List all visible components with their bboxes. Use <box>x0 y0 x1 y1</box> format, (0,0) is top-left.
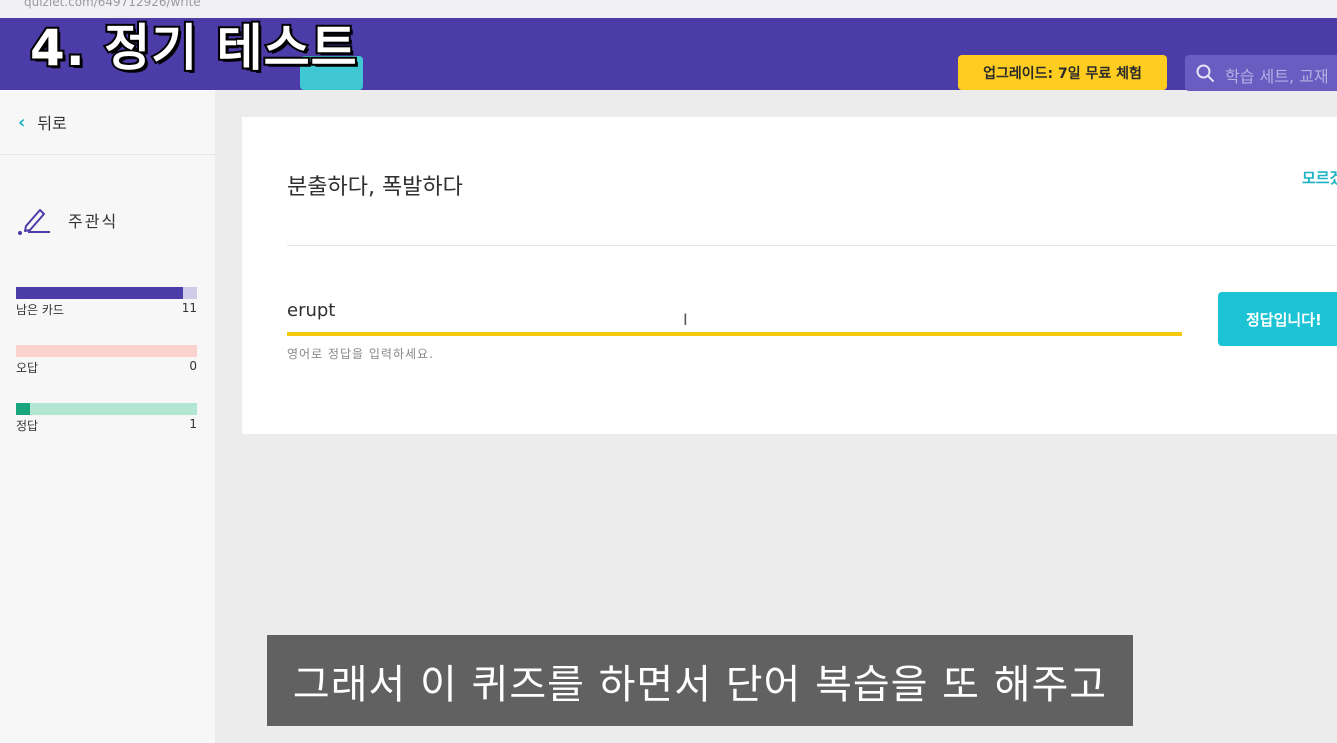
stat-label: 오답 <box>16 361 39 375</box>
stat-count: 0 <box>189 359 197 373</box>
upgrade-button[interactable]: 업그레이드: 7일 무료 체험 <box>958 55 1167 90</box>
stat-incorrect: 오답 0 <box>16 345 197 376</box>
stat-label: 정답 <box>16 419 39 433</box>
progress-fill <box>16 403 31 415</box>
mode-label: 주관식 <box>68 212 119 231</box>
study-mode: 주관식 <box>16 204 118 236</box>
chevron-left-icon: ‹ <box>18 111 26 133</box>
text-cursor-icon: I <box>683 310 688 329</box>
stat-remaining: 남은 카드 11 <box>16 287 197 318</box>
sidebar: ‹ 뒤로 주관식 남은 카드 11 오답 0 정답 1 <box>0 90 215 743</box>
video-subtitle: 그래서 이 퀴즈를 하면서 단어 복습을 또 해주고 <box>267 635 1133 726</box>
pen-icon <box>18 209 50 235</box>
submit-answer-button[interactable]: 정답입니다! <box>1218 292 1337 346</box>
stat-count: 11 <box>181 301 197 315</box>
progress-bar <box>16 287 197 299</box>
search-box[interactable]: 학습 세트, 교재 <box>1185 55 1337 91</box>
stat-correct: 정답 1 <box>16 403 197 434</box>
answer-input[interactable] <box>287 293 1182 327</box>
search-placeholder: 학습 세트, 교재 <box>1225 67 1329 86</box>
card-divider <box>287 245 1337 246</box>
video-overlay-title: 4. 정기 테스트 <box>28 17 359 79</box>
back-label: 뒤로 <box>37 114 67 133</box>
sidebar-divider <box>0 154 215 155</box>
answer-hint: 영어로 정답을 입력하세요. <box>287 347 434 361</box>
stat-count: 1 <box>189 417 197 431</box>
answer-underline <box>287 332 1182 336</box>
progress-bar <box>16 403 197 415</box>
question-prompt: 분출하다, 폭발하다 <box>287 175 463 200</box>
dont-know-link[interactable]: 모르겠 <box>1302 167 1337 188</box>
search-icon <box>1196 64 1214 82</box>
stat-label: 남은 카드 <box>16 303 64 317</box>
progress-fill <box>16 287 183 299</box>
back-link[interactable]: ‹ 뒤로 <box>18 110 67 134</box>
progress-bar <box>16 345 197 357</box>
question-card: 분출하다, 폭발하다 모르겠 영어로 정답을 입력하세요. 정답입니다! <box>242 117 1337 434</box>
